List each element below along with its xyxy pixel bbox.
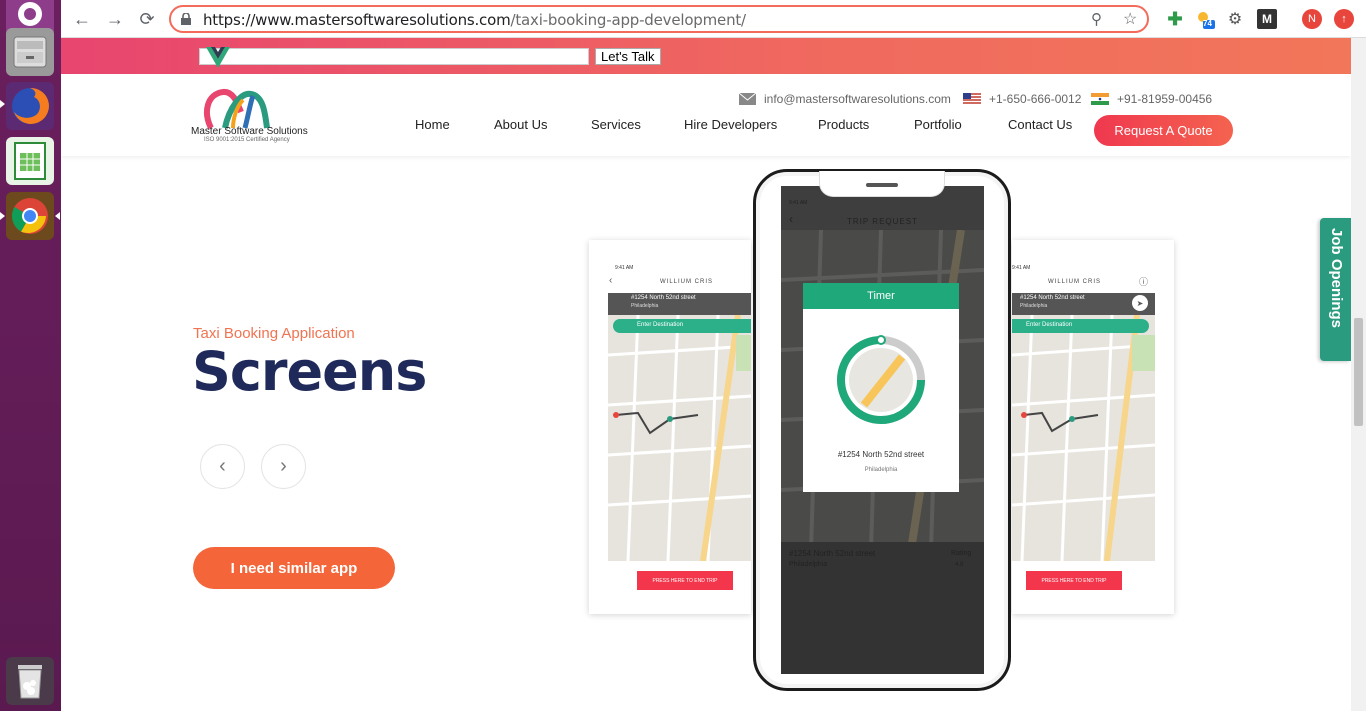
email-icon: [739, 93, 756, 105]
navigate-icon: ➤: [1132, 295, 1148, 311]
map-view: [1012, 315, 1155, 561]
screen-card-left: 9:41 AM ‹ WILLIUM CRIS #1254 North 52nd …: [589, 240, 751, 614]
browser-toolbar: ← → ⟳ https://www.mastersoftwaresolution…: [61, 0, 1366, 38]
india-phone-contact[interactable]: +91-81959-00456: [1091, 92, 1212, 106]
nav-services[interactable]: Services: [591, 117, 641, 132]
nav-home[interactable]: Home: [415, 117, 450, 132]
phone-screen: 9:41 AM ‹ TRIP REQUEST Timer #1254 North…: [781, 186, 984, 674]
email-contact[interactable]: info@mastersoftwaresolutions.com: [739, 92, 951, 106]
us-phone-contact[interactable]: +1-650-666-0012: [963, 92, 1081, 106]
logo-certification: ISO 9001:2015 Certified Agency: [204, 137, 290, 143]
lets-talk-button[interactable]: Let's Talk: [595, 48, 661, 65]
nav-about-us[interactable]: About Us: [494, 117, 547, 132]
end-trip-button: PRESS HERE TO END TRIP: [1026, 571, 1122, 590]
forward-icon[interactable]: →: [104, 8, 126, 30]
zoom-icon[interactable]: ⚲: [1091, 10, 1102, 28]
update-icon[interactable]: ↑: [1334, 9, 1354, 29]
reload-icon[interactable]: ⟳: [136, 8, 158, 30]
carousel-prev-button[interactable]: ‹: [200, 444, 245, 489]
timer-modal: Timer #1254 North 52nd street Philadelph…: [803, 283, 959, 492]
chrome-icon[interactable]: [6, 192, 54, 240]
phone-notch: [819, 171, 945, 197]
nav-contact-us[interactable]: Contact Us: [1008, 117, 1072, 132]
india-flag-icon: [1091, 93, 1109, 105]
us-flag-icon: [963, 93, 981, 105]
back-icon: ‹: [609, 275, 613, 286]
trash-icon[interactable]: [6, 657, 54, 705]
ubuntu-launcher: [0, 0, 61, 711]
nav-portfolio[interactable]: Portfolio: [914, 117, 962, 132]
nav-products[interactable]: Products: [818, 117, 869, 132]
firefox-icon[interactable]: [6, 82, 54, 130]
timer-address: #1254 North 52nd street: [837, 450, 925, 459]
url-text: https://www.mastersoftwaresolutions.com/…: [203, 11, 746, 29]
timer-title: Timer: [803, 283, 959, 309]
map-view: [608, 315, 751, 561]
carousel-next-button[interactable]: ›: [261, 444, 306, 489]
nav-hire-developers[interactable]: Hire Developers: [684, 117, 777, 132]
end-trip-button: PRESS HERE TO END TRIP: [637, 571, 733, 590]
logo-company-name: Master Software Solutions: [191, 126, 308, 137]
lock-icon: [181, 13, 191, 25]
promo-bar: Let's Talk: [61, 38, 1351, 74]
page-scrollbar[interactable]: [1351, 38, 1366, 711]
vue-logo-icon: [206, 47, 230, 68]
timer-city: Philadelphia: [864, 467, 898, 473]
phone-mockup: 9:41 AM ‹ TRIP REQUEST Timer #1254 North…: [753, 169, 1011, 691]
similar-app-button[interactable]: I need similar app: [193, 547, 395, 589]
bookmark-star-icon[interactable]: ☆: [1123, 9, 1137, 29]
web-page: Let's Talk Master Software Solutions ISO…: [61, 38, 1351, 711]
back-icon: ‹: [789, 212, 793, 226]
profile-avatar[interactable]: N: [1302, 9, 1322, 29]
spreadsheet-icon[interactable]: [6, 137, 54, 185]
request-quote-button[interactable]: Request A Quote: [1094, 115, 1233, 146]
address-bar[interactable]: https://www.mastersoftwaresolutions.com/…: [169, 5, 1149, 33]
scrollbar-thumb[interactable]: [1354, 318, 1363, 426]
files-icon[interactable]: [6, 28, 54, 76]
promo-input[interactable]: [199, 48, 589, 65]
job-openings-tab[interactable]: Job Openings: [1320, 218, 1351, 361]
extension-plus-icon[interactable]: ✚: [1165, 9, 1185, 29]
hero-title: Screens: [192, 340, 427, 403]
info-icon: ⓘ: [1139, 277, 1149, 287]
m-extension-icon[interactable]: M: [1257, 9, 1277, 29]
weather-extension-icon[interactable]: 74: [1195, 9, 1215, 29]
settings-extension-icon[interactable]: ⚙: [1225, 9, 1245, 29]
back-icon[interactable]: ←: [71, 8, 93, 30]
timer-ring: [837, 335, 925, 424]
screen-card-right: 9:41 AM WILLIUM CRIS ⓘ #1254 North 52nd …: [1012, 240, 1174, 614]
